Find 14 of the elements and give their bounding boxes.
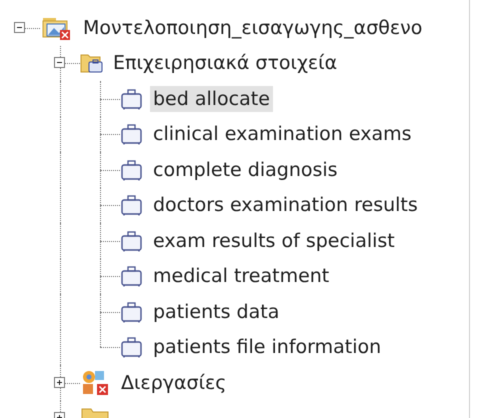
tree-item[interactable]: medical treatment: [150, 263, 332, 290]
expand-icon[interactable]: [54, 376, 65, 388]
tree-item[interactable]: patients file information: [150, 334, 384, 360]
tree-item[interactable]: doctors examination results: [150, 192, 421, 218]
tree-item[interactable]: exam results of specialist: [150, 228, 398, 254]
tree-item[interactable]: clinical examination exams: [150, 121, 415, 148]
collapse-icon[interactable]: [14, 22, 25, 33]
tree-item[interactable]: bed allocate: [150, 86, 273, 112]
tree-item[interactable]: Μοντελοποιηση_εισαγωγης_ασθενο: [80, 14, 426, 41]
tree-item[interactable]: patients data: [150, 298, 282, 325]
collapse-icon[interactable]: [54, 57, 65, 68]
tree-item[interactable]: Επιχειρησιακά στοιχεία: [110, 50, 340, 76]
tree-item[interactable]: complete diagnosis: [150, 156, 341, 183]
tree-item[interactable]: Διεργασίες: [118, 370, 230, 396]
